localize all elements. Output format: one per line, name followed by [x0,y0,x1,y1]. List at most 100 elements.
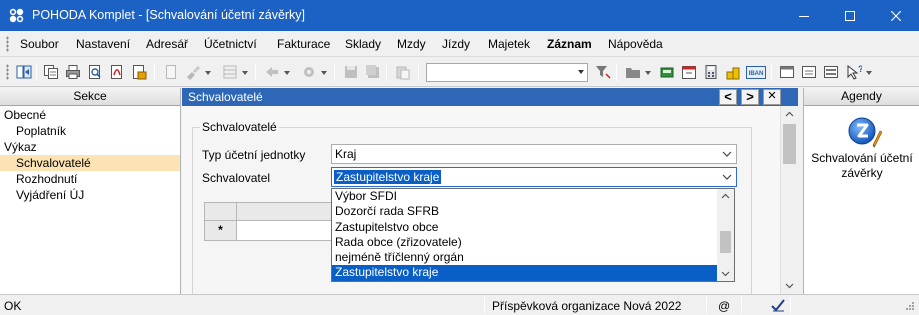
status-ok: OK [4,299,22,313]
list-icon [824,66,838,78]
toolbar-separator [771,64,772,81]
scroll-thumb[interactable] [783,124,796,164]
next-section-button[interactable]: > [741,89,759,105]
folder-button[interactable] [624,63,642,81]
toolbar-separator [334,64,335,81]
layout-button[interactable] [221,63,239,81]
maximize-button[interactable] [827,0,873,31]
toggle-panels-button[interactable] [15,63,33,81]
menu-adresar[interactable]: Adresář [146,37,188,51]
copy-button[interactable] [42,63,60,81]
menu-sklady[interactable]: Sklady [345,37,381,51]
iban-icon: IBAN [746,66,766,79]
tree-item-vykaz[interactable]: Výkaz [0,139,180,155]
tree-item-rozhodnuti[interactable]: Rozhodnutí [0,171,180,187]
grid-new-row-marker[interactable]: * [204,221,237,241]
menu-grip[interactable] [6,36,9,52]
filter-button[interactable] [594,63,612,81]
help-button[interactable]: ? [845,63,863,81]
dropdown-arrow-icon[interactable] [284,71,290,75]
approver-dropdown-list[interactable]: Výbor SFDI Dozorčí rada SFRB Zastupitels… [331,188,735,282]
print-preview-icon [89,65,101,79]
menu-majetek[interactable]: Majetek [488,37,530,51]
dropdown-option[interactable]: Rada obce (zřizovatele) [332,235,718,250]
dropdown-option[interactable]: Zastupitelstvo obce [332,220,718,235]
agenda-header: Agendy [804,88,919,106]
scroll-down-icon[interactable] [785,281,794,290]
chevron-down-icon[interactable] [718,168,736,186]
back-button[interactable] [263,63,281,81]
edit-button[interactable] [184,63,202,81]
menu-ucetnictvi[interactable]: Účetnictví [204,37,257,51]
tree-item-schvalovatele[interactable]: Schvalovatelé [0,155,180,171]
grid-column-header[interactable] [237,202,332,221]
chevron-down-icon[interactable] [578,70,584,74]
dropdown-scrollbar[interactable] [717,189,734,281]
tools-button[interactable] [300,63,318,81]
dropdown-option[interactable]: Dozorčí rada SFRB [332,204,718,219]
iban-button[interactable]: IBAN [746,63,766,81]
toolbar-separator [36,64,37,81]
toolbar-grip[interactable] [6,64,9,80]
status-organization: Příspěvková organizace Nová 2022 [492,299,682,313]
close-panel-button[interactable]: × [763,88,781,105]
menu-zaznam[interactable]: Záznam [547,37,592,51]
pohoda-app-icon[interactable] [8,7,25,24]
dropdown-arrow-icon[interactable] [205,71,211,75]
new-record-button[interactable] [162,63,180,81]
unit-type-select[interactable]: Kraj [331,144,737,164]
toolbar-combo[interactable] [426,63,588,82]
status-separator [741,297,742,314]
print-button[interactable] [64,63,82,81]
grid-cell[interactable] [237,221,332,241]
unit-type-value: Kraj [335,147,357,161]
agenda-item-label[interactable]: Schvalování účetní závěrky [804,151,919,181]
minimize-button[interactable] [781,0,827,31]
scroll-down-icon[interactable] [721,269,730,278]
dropdown-arrow-icon[interactable] [645,71,651,75]
help-pointer-icon: ? [847,64,862,80]
chevron-down-icon[interactable] [718,145,736,163]
dropdown-option[interactable]: Výbor SFDI [332,189,718,204]
save-as-button[interactable] [364,63,382,81]
coins-button[interactable] [724,63,742,81]
menu-soubor[interactable]: Soubor [20,37,59,51]
form-button[interactable] [800,63,818,81]
export-pdf-button[interactable] [108,63,126,81]
dropdown-arrow-icon[interactable] [866,71,872,75]
tree-item-poplatnik[interactable]: Poplatník [0,123,180,139]
vertical-scrollbar[interactable] [780,106,798,294]
print-preview-button[interactable] [86,63,104,81]
tree-item-vyjadreni-uj[interactable]: Vyjádření ÚJ [0,187,180,203]
dropdown-option[interactable]: nejméně tříčlenný orgán [332,250,718,265]
menu-mzdy[interactable]: Mzdy [397,37,426,51]
list-view-button[interactable] [822,63,840,81]
filter-icon [596,66,611,79]
prev-section-button[interactable]: < [719,89,737,105]
approver-select[interactable]: Zastupitelstvo kraje [331,167,737,187]
dropdown-arrow-icon[interactable] [242,71,248,75]
window-layout-button[interactable] [778,63,796,81]
paste-button[interactable] [394,63,412,81]
dropdown-arrow-icon[interactable] [321,71,327,75]
resize-grip-icon[interactable] [903,301,915,313]
menu-napoveda[interactable]: Nápověda [608,37,663,51]
menu-jizdy[interactable]: Jízdy [442,37,470,51]
cash-button[interactable] [658,63,676,81]
menu-fakturace[interactable]: Fakturace [277,37,330,51]
save-button[interactable] [342,63,360,81]
tree-item-obecne[interactable]: Obecné [0,107,180,123]
scroll-up-icon[interactable] [785,110,794,119]
dropdown-option-selected[interactable]: Zastupitelstvo kraje [332,265,718,281]
dropdown-scroll-thumb[interactable] [720,231,731,253]
calculator-button[interactable] [702,63,720,81]
status-separator [484,297,485,314]
scroll-up-icon[interactable] [721,192,730,201]
close-button[interactable] [873,0,919,31]
approval-agenda-icon[interactable] [848,115,882,149]
calendar-button[interactable] [680,63,698,81]
menu-nastaveni[interactable]: Nastavení [76,37,130,51]
report-button[interactable] [130,63,148,81]
approvers-grid: * [204,202,332,302]
new-document-icon [166,65,176,79]
